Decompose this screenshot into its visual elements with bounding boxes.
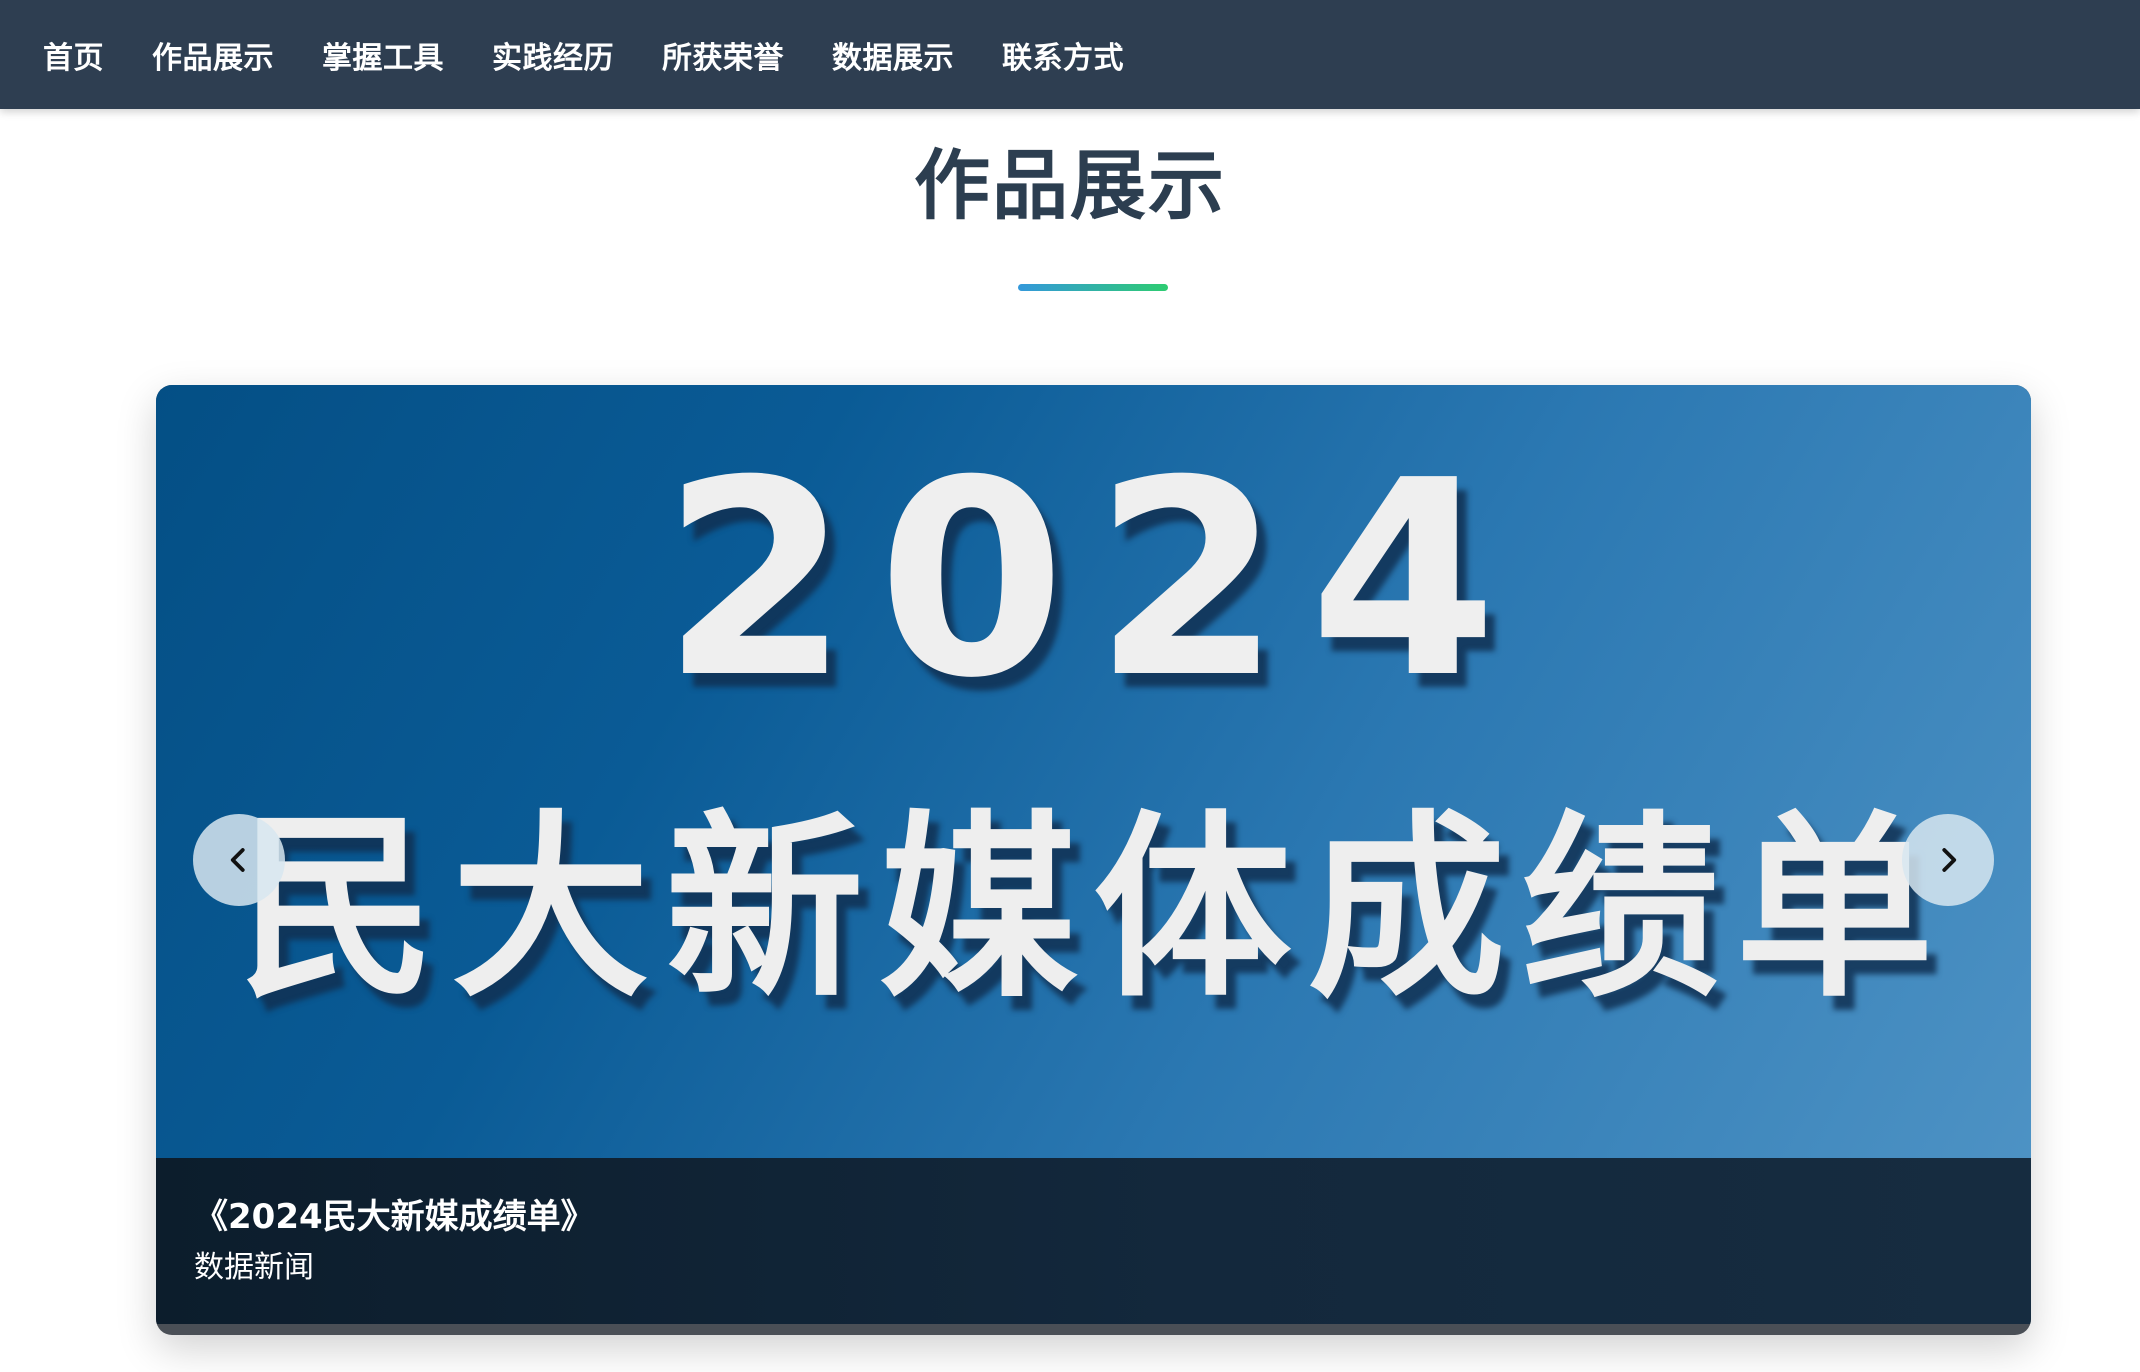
nav-item-contact[interactable]: 联系方式 [1002, 33, 1124, 77]
carousel-next-button[interactable] [1902, 814, 1994, 906]
nav-item-data[interactable]: 数据展示 [832, 33, 954, 77]
slide-caption: 《2024民大新媒成绩单》 数据新闻 [156, 1158, 2031, 1324]
works-carousel: 2024 民大新媒体成绩单 《2024民大新媒成绩单》 数据新闻 [156, 385, 2031, 1335]
carousel-prev-button[interactable] [193, 814, 285, 906]
nav-item-tools[interactable]: 掌握工具 [322, 33, 444, 77]
title-underline [1018, 284, 1168, 291]
chevron-right-icon [1942, 848, 1957, 872]
slide-image-year-text: 2024 [661, 422, 1526, 737]
slide-caption-category: 数据新闻 [194, 1250, 314, 1286]
slide-caption-title: 《2024民大新媒成绩单》 [194, 1197, 595, 1237]
nav-item-experience[interactable]: 实践经历 [492, 33, 614, 77]
nav-item-home[interactable]: 首页 [43, 33, 104, 77]
slide-image-headline-text: 民大新媒体成绩单 [237, 793, 1950, 1024]
section-title: 作品展示 [914, 141, 1226, 230]
chevron-left-icon [230, 848, 245, 872]
top-navbar: 首页 作品展示 掌握工具 实践经历 所获荣誉 数据展示 联系方式 [0, 0, 2140, 109]
nav-item-honors[interactable]: 所获荣誉 [662, 33, 784, 77]
nav-item-works[interactable]: 作品展示 [152, 33, 274, 77]
carousel-slide-image[interactable]: 2024 民大新媒体成绩单 [156, 385, 2031, 1158]
